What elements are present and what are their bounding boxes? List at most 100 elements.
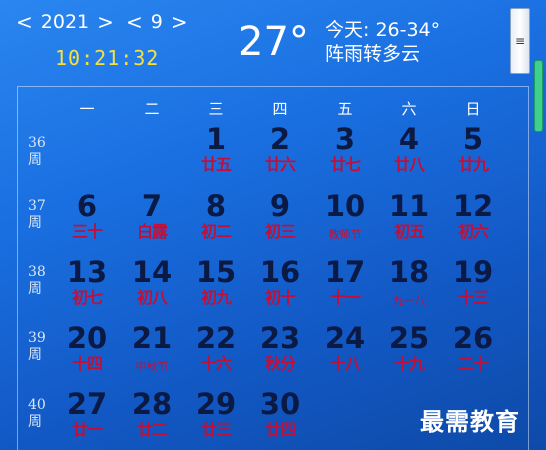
day-cell[interactable]: 30 廿四 — [250, 387, 310, 447]
weekday-label: 二 — [144, 100, 160, 118]
day-number: 8 — [205, 189, 227, 223]
day-cell[interactable]: 17 十一 — [315, 255, 375, 315]
lunar-date: 廿三 — [200, 420, 232, 439]
day-cell[interactable]: 9 初三 — [250, 189, 310, 249]
day-cell[interactable]: 6 三十 — [57, 189, 117, 249]
day-number: 25 — [388, 321, 430, 355]
day-number: 7 — [141, 189, 163, 223]
week-number-label: 周 — [28, 215, 42, 231]
day-cell[interactable]: 22 十六 — [186, 321, 246, 381]
weekday-label: 日 — [465, 100, 481, 118]
week-number-label: 周 — [28, 152, 42, 168]
week-number-value: 37 — [28, 198, 46, 214]
day-cell[interactable]: 18 九一八 — [379, 255, 439, 315]
day-number: 17 — [324, 255, 366, 289]
year-prev-button[interactable]: < — [14, 10, 35, 34]
weather-condition: 阵雨转多云 — [325, 43, 421, 65]
day-cell[interactable]: 11 初五 — [379, 189, 439, 249]
day-cell[interactable]: 3 廿七 — [315, 122, 375, 182]
week-number-label: 周 — [28, 414, 42, 430]
weekday-label: 三 — [208, 100, 224, 118]
day-cell[interactable]: 19 十三 — [443, 255, 503, 315]
week-number: 39 周 — [28, 330, 52, 364]
lunar-date: 三十 — [71, 222, 103, 241]
day-number: 12 — [452, 189, 494, 223]
day-cell[interactable]: 7 白露 — [122, 189, 182, 249]
year-next-button[interactable]: > — [95, 10, 116, 34]
weekday-label: 四 — [272, 100, 288, 118]
lunar-date: 秋分 — [264, 354, 296, 373]
day-cell[interactable]: 25 十九 — [379, 321, 439, 381]
lunar-date: 二十 — [457, 354, 489, 373]
week-number-value: 38 — [28, 264, 46, 280]
day-number: 21 — [131, 321, 173, 355]
day-cell[interactable]: 29 廿三 — [186, 387, 246, 447]
day-number: 6 — [76, 189, 98, 223]
day-cell[interactable]: 28 廿二 — [122, 387, 182, 447]
week-number: 36 周 — [28, 135, 52, 169]
day-cell[interactable]: 1 廿五 — [186, 122, 246, 182]
weekday-label: 六 — [401, 100, 417, 118]
lunar-date: 廿六 — [264, 155, 296, 174]
menu-icon: ≡ — [514, 34, 526, 48]
lunar-date: 十一 — [329, 288, 361, 307]
day-cell[interactable]: 20 十四 — [57, 321, 117, 381]
scrollbar[interactable] — [531, 56, 543, 450]
week-number: 37 周 — [28, 198, 52, 232]
day-number: 26 — [452, 321, 494, 355]
day-number: 1 — [205, 122, 227, 156]
day-number: 22 — [195, 321, 237, 355]
day-cell[interactable]: 2 廿六 — [250, 122, 310, 182]
day-number: 11 — [388, 189, 430, 223]
lunar-date: 九一八 — [392, 294, 426, 307]
lunar-date: 十三 — [457, 288, 489, 307]
lunar-date: 十九 — [393, 354, 425, 373]
day-number: 24 — [324, 321, 366, 355]
month-value[interactable]: 9 — [145, 10, 169, 34]
day-cell[interactable]: 14 初八 — [122, 255, 182, 315]
lunar-date: 中秋节 — [135, 360, 169, 373]
day-cell[interactable]: 16 初十 — [250, 255, 310, 315]
lunar-date: 初二 — [200, 222, 232, 241]
week-number-value: 36 — [28, 135, 46, 151]
month-navigator: < 9 > — [124, 10, 190, 34]
day-number: 2 — [269, 122, 291, 156]
day-cell[interactable]: 21 中秋节 — [122, 321, 182, 381]
year-value[interactable]: 2021 — [35, 10, 95, 34]
day-number: 27 — [66, 387, 108, 421]
day-cell[interactable]: 8 初二 — [186, 189, 246, 249]
lunar-date: 初七 — [71, 288, 103, 307]
lunar-date: 初五 — [393, 222, 425, 241]
month-prev-button[interactable]: < — [124, 10, 145, 34]
lunar-date: 教师节 — [328, 228, 362, 241]
calendar-header: < 2021 > < 9 > 10:21:32 27° 今天: 26-34° 阵… — [0, 0, 546, 85]
week-number: 40 周 — [28, 397, 52, 431]
lunar-date: 初六 — [457, 222, 489, 241]
month-next-button[interactable]: > — [169, 10, 190, 34]
day-cell[interactable]: 12 初六 — [443, 189, 503, 249]
day-cell[interactable]: 15 初九 — [186, 255, 246, 315]
day-cell[interactable]: 27 廿一 — [57, 387, 117, 447]
day-number: 30 — [259, 387, 301, 421]
day-cell[interactable]: 10 教师节 — [315, 189, 375, 249]
lunar-date: 廿八 — [393, 155, 425, 174]
day-number: 10 — [324, 189, 366, 223]
day-number: 9 — [269, 189, 291, 223]
day-cell[interactable]: 4 廿八 — [379, 122, 439, 182]
day-cell[interactable]: 5 廿九 — [443, 122, 503, 182]
day-cell[interactable]: 24 十八 — [315, 321, 375, 381]
week-number-value: 40 — [28, 397, 46, 413]
year-navigator: < 2021 > — [14, 10, 116, 34]
scrollbar-thumb[interactable] — [534, 60, 543, 132]
day-number: 5 — [462, 122, 484, 156]
weekday-label: 一 — [79, 100, 95, 118]
day-cell[interactable]: 26 二十 — [443, 321, 503, 381]
week-number: 38 周 — [28, 264, 52, 298]
day-cell[interactable]: 13 初七 — [57, 255, 117, 315]
day-number: 16 — [259, 255, 301, 289]
menu-button[interactable]: ≡ — [510, 8, 530, 74]
day-number: 3 — [334, 122, 356, 156]
weather-info: 今天: 26-34° 阵雨转多云 — [325, 18, 440, 66]
lunar-date: 廿九 — [457, 155, 489, 174]
day-cell[interactable]: 23 秋分 — [250, 321, 310, 381]
